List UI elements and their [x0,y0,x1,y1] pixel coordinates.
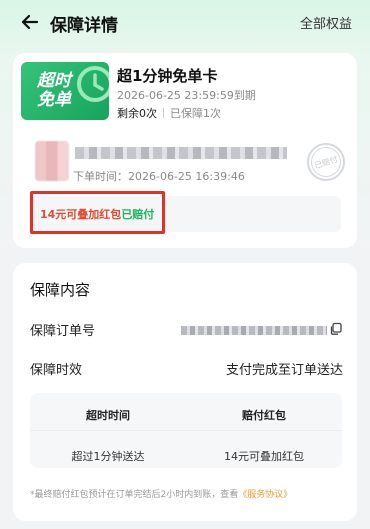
card-name: 超1分钟免单卡 [117,67,218,85]
timeliness-label: 保障时效 [30,363,83,378]
order-thumbnail[interactable] [35,141,69,181]
table-cell-timeout: 超过1分钟送达 [71,450,145,463]
used-count: 已保障1次 [170,107,221,120]
divider [163,108,164,118]
clock-icon [77,66,109,102]
table-header-compensation: 赔付红包 [242,409,286,422]
footnote-text: *最终赔付红包预计在订单完结后2小时内到账，查看 [30,490,239,500]
order-number-redacted [181,326,327,335]
card-usage-stats: 剩余0次 已保障1次 [117,105,221,121]
compensation-table: 超时时间 赔付红包 超过1分钟送达 14元可叠加红包 [30,393,342,468]
section-title: 保障内容 [30,281,91,299]
card-expire-date: 2026-06-25 23:59:59到期 [117,89,256,102]
free-order-badge-image: 超时 免单 [21,62,109,120]
copy-icon[interactable] [329,322,343,336]
footnote: *最终赔付红包预计在订单完结后2小时内到账，查看《服务协议》 [30,487,292,500]
paid-stamp-text: 已赔付 [307,143,345,181]
table-cell-compensation: 14元可叠加红包 [224,450,304,463]
order-number-label: 保障订单号 [30,324,96,339]
table-divider [30,430,342,431]
timeliness-value: 支付完成至订单送达 [225,363,343,378]
benefit-card: 超时 免单 超1分钟免单卡 2026-06-25 23:59:59到期 剩余0次… [13,53,357,248]
remaining-count: 剩余0次 [117,107,157,120]
guarantee-content-card: 保障内容 保障订单号 保障时效 支付完成至订单送达 超时时间 赔付红包 超过1分… [13,263,357,521]
back-arrow-icon[interactable] [20,12,40,32]
claim-highlight-frame [30,191,165,234]
badge-text: 超时 免单 [37,71,71,110]
table-header-timeout: 超时时间 [86,409,130,422]
order-name-redacted [75,147,287,159]
page-title: 保障详情 [50,16,118,36]
service-agreement-link[interactable]: 《服务协议》 [238,490,292,500]
order-time: 下单时间：2026-06-25 16:39:46 [73,170,245,183]
all-benefits-link[interactable]: 全部权益 [300,13,352,32]
paid-stamp: 已赔付 [307,143,345,181]
top-bar: 保障详情 全部权益 [0,0,370,44]
